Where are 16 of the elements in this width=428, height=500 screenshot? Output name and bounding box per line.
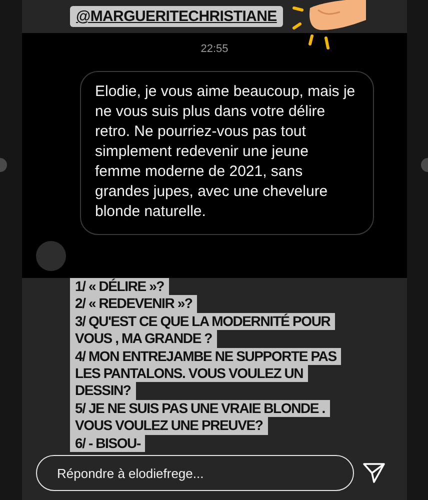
caption-text: VOUS , MA GRANDE ? [70, 330, 217, 348]
caption-text: 4/ MON ENTREJAMBE NE SUPPORTE PAS [70, 348, 342, 366]
caption-text: 6/ - BISOU- [70, 434, 146, 452]
reply-field[interactable]: Répondre à elodiefrege... [36, 455, 354, 491]
message-bubble: Elodie, je vous aime beaucoup, mais je ne vous suis plus dans votre délire retro. Ne pourriez-vous pas tout simplement redevenir une jeune femme moderne de 2021, sans grandes jupes, avec une chevelure blonde naturelle. [80, 71, 374, 235]
caption-text: LES PANTALONS. VOUS VOULEZ UN [70, 365, 308, 382]
caption-text: DESSIN? [70, 382, 136, 400]
caption-text: 3/ QU'EST CE QUE LA MODERNITÉ POUR [70, 312, 336, 330]
avatar [36, 241, 66, 271]
message-time: 22:55 [200, 43, 228, 55]
caption-text: 5/ JE NE SUIS PAS UNE VRAIE BLONDE . [70, 400, 330, 418]
send-icon[interactable] [362, 462, 386, 484]
caption-text: VOUS VOULEZ UNE PREUVE? [70, 417, 268, 435]
caption-text: 2/ « REDEVENIR »? [70, 295, 198, 313]
mention-sticker[interactable]: @MARGUERITECHRISTIANE [70, 6, 283, 27]
caption-text: 1/ « DÉLIRE »? [70, 278, 170, 296]
